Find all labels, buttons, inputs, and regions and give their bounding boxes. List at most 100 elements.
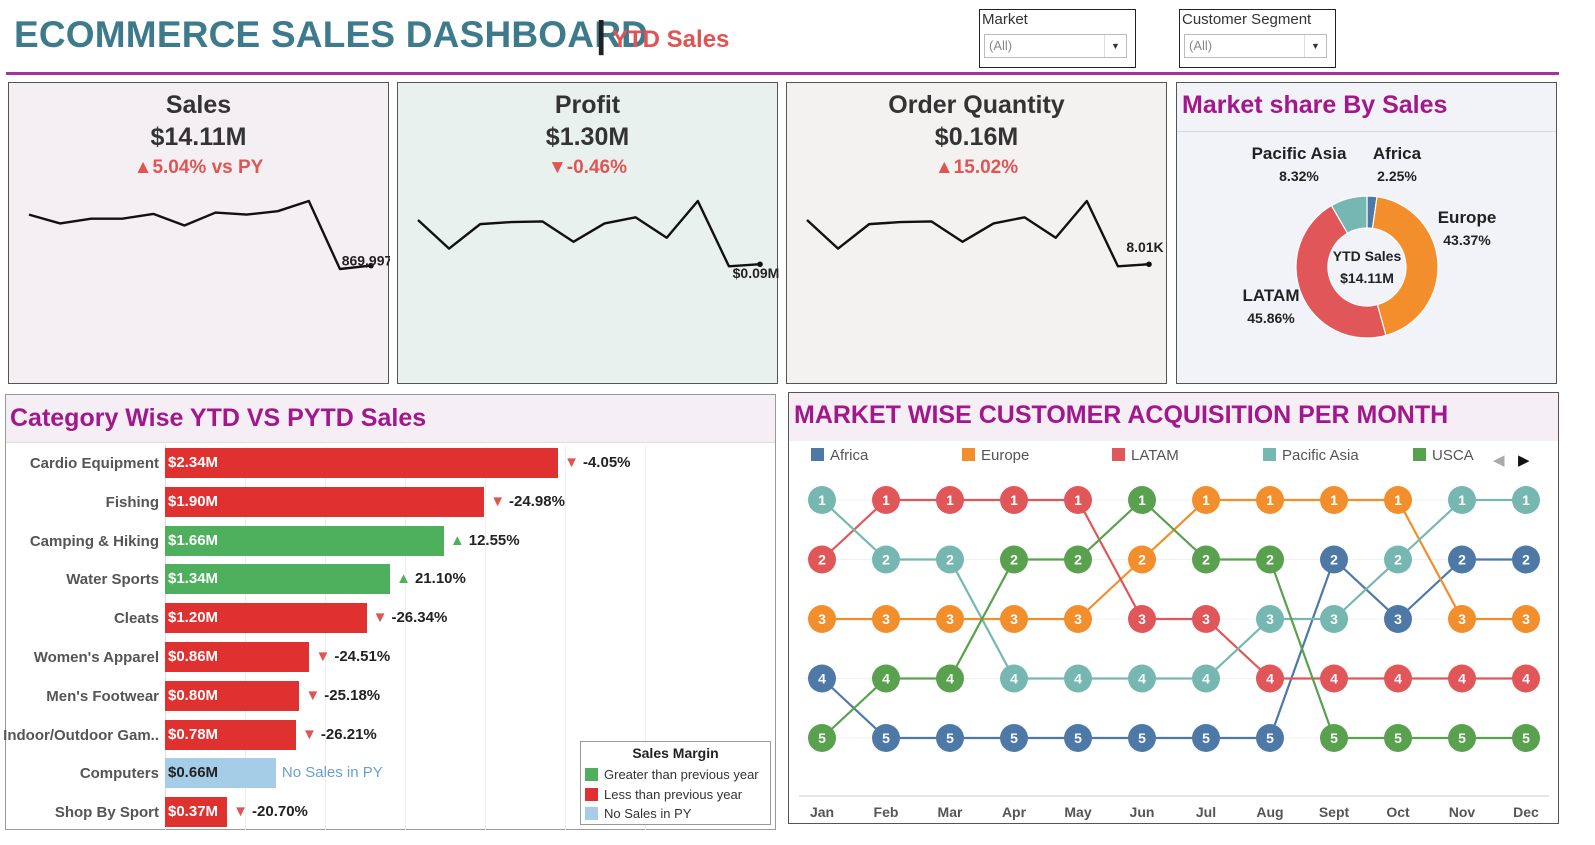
order-quantity-sparkline: 8.01K (806, 199, 1164, 268)
rank-label: 1 (1010, 492, 1018, 508)
x-tick-label: Jan (810, 804, 834, 820)
rank-label: 3 (1458, 611, 1466, 627)
change-value: -24.98% (509, 492, 565, 510)
bar-change-label: ▲ 12.55% (450, 532, 520, 549)
category-bar[interactable]: $0.37M (165, 797, 228, 828)
rank-marker[interactable]: 5 (808, 724, 836, 752)
market-share-panel: Market share By Sales Africa 2.25% Europe 4… (1176, 82, 1557, 384)
sparkline-path (28, 199, 372, 271)
rank-marker[interactable]: 2 (872, 545, 900, 574)
market-filter: Market (All) ▼ (979, 9, 1136, 68)
bar-value-label: $0.66M (168, 764, 219, 782)
rank-marker[interactable]: 4 (1064, 664, 1092, 693)
triangle-down-icon: ▼ (305, 686, 321, 704)
rank-marker[interactable]: 2 (1064, 545, 1092, 574)
rank-marker[interactable]: 5 (1256, 724, 1284, 752)
rank-marker[interactable]: 5 (1384, 724, 1412, 752)
legend-label: No Sales in PY (604, 806, 692, 821)
category-bar[interactable]: $1.90M (165, 486, 485, 517)
rank-marker[interactable]: 3 (1384, 605, 1412, 633)
rank-marker[interactable]: 5 (936, 724, 964, 752)
rank-marker[interactable]: 3 (1128, 605, 1156, 633)
rank-marker[interactable]: 4 (1320, 664, 1348, 693)
rank-marker[interactable]: 4 (1192, 664, 1220, 693)
category-bar[interactable]: $2.34M (165, 448, 559, 478)
rank-marker[interactable]: 2 (1128, 545, 1156, 574)
rank-marker[interactable]: 5 (1320, 724, 1348, 752)
triangle-down-icon: ▼ (564, 454, 579, 471)
acquisition-panel: MARKET WISE CUSTOMER ACQUISITION PER MON… (788, 392, 1559, 824)
chevron-down-icon[interactable]: ▼ (1304, 35, 1326, 57)
rank-marker[interactable]: 2 (808, 545, 836, 574)
category-bar[interactable]: $1.34M (165, 564, 391, 595)
rank-label: 3 (1330, 611, 1338, 627)
rank-marker[interactable]: 4 (1128, 664, 1156, 693)
rank-marker[interactable]: 3 (1192, 605, 1220, 633)
category-bar[interactable]: $0.66M (165, 758, 276, 789)
rank-marker[interactable]: 1 (936, 486, 964, 514)
rank-marker[interactable]: 2 (1384, 545, 1412, 574)
rank-marker[interactable]: 5 (872, 724, 900, 752)
donut-slice-europe[interactable] (1371, 196, 1439, 337)
rank-marker[interactable]: 3 (1256, 605, 1284, 633)
category-bar[interactable]: $0.78M (165, 719, 297, 750)
category-bar[interactable]: $0.80M (165, 680, 300, 711)
rank-marker[interactable]: 3 (1448, 605, 1476, 633)
rank-marker[interactable]: 3 (1000, 605, 1028, 633)
rank-marker[interactable]: 2 (1320, 545, 1348, 574)
rank-marker[interactable]: 1 (1448, 486, 1476, 514)
rank-marker[interactable]: 2 (1448, 545, 1476, 574)
rank-marker[interactable]: 5 (1192, 724, 1220, 752)
rank-marker[interactable]: 4 (1384, 664, 1412, 693)
rank-marker[interactable]: 1 (1384, 486, 1412, 514)
rank-marker[interactable]: 5 (1000, 724, 1028, 752)
category-label: Water Sports (66, 571, 159, 589)
rank-label: 4 (1074, 671, 1082, 687)
rank-marker[interactable]: 3 (1512, 605, 1540, 633)
rank-marker[interactable]: 2 (1512, 545, 1540, 574)
rank-marker[interactable]: 2 (1000, 545, 1028, 574)
rank-marker[interactable]: 1 (1192, 486, 1220, 514)
rank-marker[interactable]: 2 (1256, 545, 1284, 574)
rank-marker[interactable]: 3 (936, 605, 964, 633)
rank-marker[interactable]: 1 (1000, 486, 1028, 514)
rank-marker[interactable]: 1 (1256, 486, 1284, 514)
triangle-down-icon: ▼ (372, 609, 388, 627)
bar-change-label: ▼ -26.21% (302, 726, 377, 743)
chevron-down-icon[interactable]: ▼ (1104, 35, 1126, 57)
rank-marker[interactable]: 4 (936, 664, 964, 693)
sparkline-end-point (1146, 261, 1152, 268)
rank-marker[interactable]: 5 (1128, 724, 1156, 752)
rank-label: 2 (1010, 552, 1018, 568)
rank-marker[interactable]: 3 (1320, 605, 1348, 633)
rank-label: 1 (1266, 492, 1274, 508)
rank-marker[interactable]: 4 (1512, 664, 1540, 693)
rank-marker[interactable]: 4 (1448, 664, 1476, 693)
rank-marker[interactable]: 1 (808, 486, 836, 514)
category-bar[interactable]: $1.66M (165, 525, 444, 556)
rank-marker[interactable]: 5 (1448, 724, 1476, 752)
rank-marker[interactable]: 2 (1192, 545, 1220, 574)
bar-change-label: ▼ -24.98% (490, 493, 565, 510)
rank-marker[interactable]: 1 (1320, 486, 1348, 514)
category-bar[interactable]: $0.86M (165, 642, 310, 672)
customer-segment-select[interactable]: (All) ▼ (1184, 34, 1327, 58)
rank-marker[interactable]: 1 (872, 486, 900, 514)
rank-marker[interactable]: 1 (1512, 486, 1540, 514)
rank-marker[interactable]: 2 (936, 545, 964, 574)
rank-marker[interactable]: 4 (1256, 664, 1284, 693)
rank-marker[interactable]: 3 (1064, 605, 1092, 633)
category-bar[interactable]: $1.20M (165, 603, 367, 634)
acquisition-bump-chart: Jan Feb Mar Apr May Jun Jul Aug Sept Oct Nov Dec Afr… (799, 447, 1549, 820)
rank-marker[interactable]: 4 (872, 664, 900, 693)
rank-marker[interactable]: 1 (1128, 486, 1156, 514)
rank-marker[interactable]: 1 (1064, 486, 1092, 514)
rank-marker[interactable]: 5 (1064, 724, 1092, 752)
market-select-value: (All) (989, 38, 1013, 53)
rank-marker[interactable]: 3 (808, 605, 836, 633)
rank-marker[interactable]: 4 (808, 664, 836, 693)
rank-marker[interactable]: 5 (1512, 724, 1540, 752)
market-select[interactable]: (All) ▼ (984, 34, 1127, 58)
rank-marker[interactable]: 3 (872, 605, 900, 633)
rank-marker[interactable]: 4 (1000, 664, 1028, 693)
